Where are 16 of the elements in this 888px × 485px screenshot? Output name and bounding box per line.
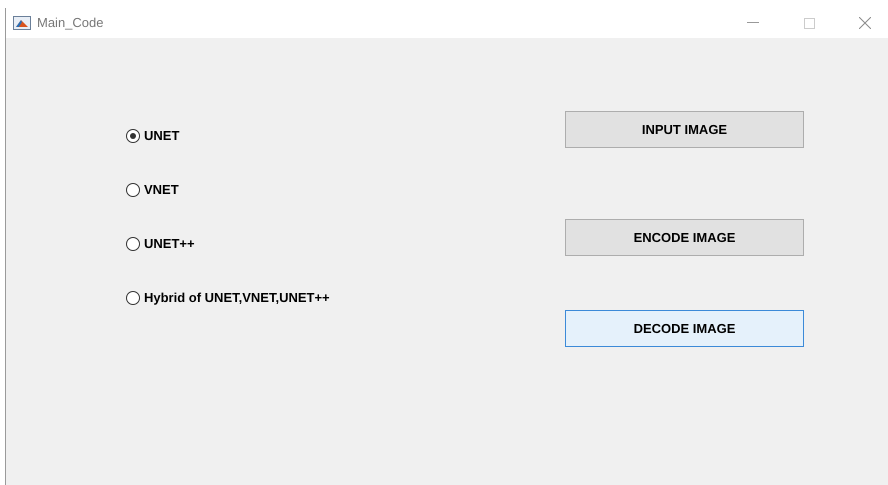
radio-button[interactable] xyxy=(126,183,140,197)
radio-option[interactable]: UNET++ xyxy=(126,235,565,253)
maximize-icon xyxy=(804,18,814,28)
radio-option[interactable]: UNET xyxy=(126,127,565,145)
action-button[interactable]: ENCODE IMAGE xyxy=(565,219,804,256)
action-button[interactable]: INPUT IMAGE xyxy=(565,111,804,148)
minimize-icon xyxy=(747,22,759,24)
radio-option[interactable]: Hybrid of UNET,VNET,UNET++ xyxy=(126,289,565,307)
radio-button[interactable] xyxy=(126,129,140,143)
close-icon xyxy=(859,17,871,29)
app-logo-icon xyxy=(13,16,31,30)
window-title: Main_Code xyxy=(37,14,104,32)
action-button[interactable]: DECODE IMAGE xyxy=(565,310,804,347)
radio-button[interactable] xyxy=(126,291,140,305)
radio-button[interactable] xyxy=(126,237,140,251)
radio-option[interactable]: VNET xyxy=(126,181,565,199)
